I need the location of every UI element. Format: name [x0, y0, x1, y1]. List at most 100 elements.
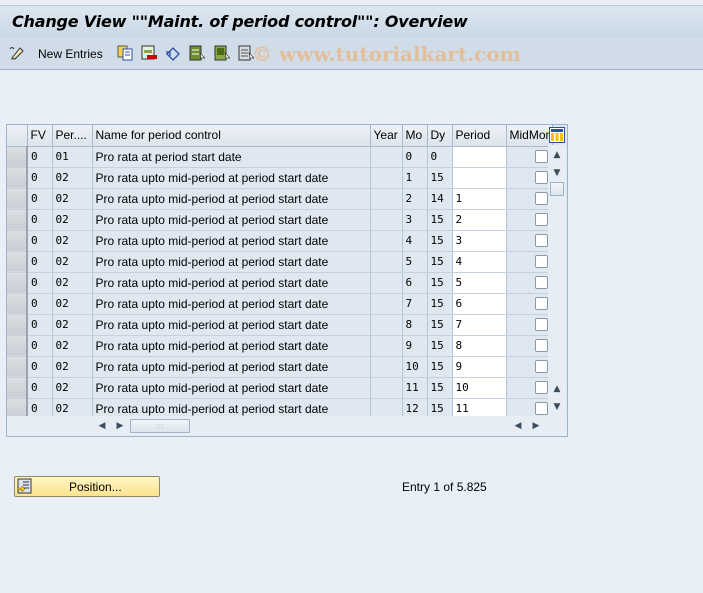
row-selector[interactable] [7, 272, 28, 294]
midmon-checkbox[interactable] [535, 339, 549, 353]
table-settings-icon[interactable] [549, 127, 565, 143]
table-row[interactable]: 0 02 Pro rata upto mid-period at period st… [7, 335, 554, 357]
cell-name: Pro rata upto mid-period at period start… [92, 335, 371, 357]
select-block-icon[interactable] [214, 45, 230, 61]
midmon-checkbox[interactable] [535, 402, 549, 416]
cell-name: Pro rata upto mid-period at period start… [92, 230, 371, 252]
row-selector[interactable] [7, 167, 28, 189]
row-selector[interactable] [7, 230, 28, 252]
cell-midmon [506, 272, 554, 294]
midmon-checkbox[interactable] [535, 255, 549, 269]
undo-change-icon[interactable] [165, 45, 181, 61]
cell-period-input[interactable]: 3 [452, 230, 507, 252]
cell-period-input[interactable]: 6 [452, 293, 507, 315]
midmon-checkbox[interactable] [535, 171, 549, 185]
select-all-icon[interactable] [189, 45, 205, 61]
midmon-checkbox[interactable] [535, 360, 549, 374]
column-header-midmon[interactable]: MidMon [506, 125, 554, 147]
cell-period-input[interactable]: 10 [452, 377, 507, 399]
cell-year [370, 356, 403, 378]
cell-period-input[interactable] [452, 146, 507, 168]
cell-period-input[interactable]: 9 [452, 356, 507, 378]
cell-midmon [506, 209, 554, 231]
cell-name: Pro rata upto mid-period at period start… [92, 251, 371, 273]
cell-period-input[interactable]: 7 [452, 314, 507, 336]
column-header-per[interactable]: Per.... [52, 125, 93, 147]
table-row[interactable]: 0 01 Pro rata at period start date 0 0 [7, 146, 554, 168]
horizontal-scroll-thumb[interactable]: ::: [130, 419, 190, 433]
vertical-scroll-thumb[interactable] [550, 182, 564, 196]
table-row[interactable]: 0 02 Pro rata upto mid-period at period st… [7, 188, 554, 210]
cell-period-input[interactable]: 8 [452, 335, 507, 357]
midmon-checkbox[interactable] [535, 381, 549, 395]
cell-fv: 0 [27, 230, 53, 252]
row-selector[interactable] [7, 314, 28, 336]
scroll-left-icon[interactable]: ◀ [96, 420, 108, 432]
cell-per: 02 [52, 335, 93, 357]
column-header-year[interactable]: Year [370, 125, 403, 147]
cell-dy: 15 [427, 272, 453, 294]
period-control-table: FV Per.... Name for period control Year … [7, 125, 554, 420]
scroll-right-end-icon[interactable]: ▶ [530, 420, 542, 432]
page-up-icon[interactable]: ▲ [551, 383, 563, 395]
new-entries-button[interactable]: New Entries [38, 47, 103, 61]
row-selector[interactable] [7, 188, 28, 210]
cell-period-input[interactable]: 5 [452, 272, 507, 294]
position-button[interactable]: Position... [14, 476, 160, 497]
midmon-checkbox[interactable] [535, 234, 549, 248]
cell-dy: 15 [427, 314, 453, 336]
table-row[interactable]: 0 02 Pro rata upto mid-period at period st… [7, 293, 554, 315]
cell-period-input[interactable]: 1 [452, 188, 507, 210]
scroll-down-icon[interactable]: ▼ [551, 167, 563, 179]
table-row[interactable]: 0 02 Pro rata upto mid-period at period st… [7, 272, 554, 294]
table-row[interactable]: 0 02 Pro rata upto mid-period at period st… [7, 209, 554, 231]
scroll-right-icon[interactable]: ▶ [114, 420, 126, 432]
midmon-checkbox[interactable] [535, 318, 549, 332]
page-down-icon[interactable]: ▼ [551, 401, 563, 413]
cell-period-input[interactable]: 2 [452, 209, 507, 231]
table-row[interactable]: 0 02 Pro rata upto mid-period at period st… [7, 314, 554, 336]
row-selector[interactable] [7, 146, 28, 168]
column-header-dy[interactable]: Dy [427, 125, 453, 147]
copy-icon[interactable] [117, 45, 133, 61]
midmon-checkbox[interactable] [535, 276, 549, 290]
table-row[interactable]: 0 02 Pro rata upto mid-period at period st… [7, 356, 554, 378]
delete-icon[interactable] [141, 45, 157, 61]
cell-year [370, 209, 403, 231]
table-row[interactable]: 0 02 Pro rata upto mid-period at period st… [7, 167, 554, 189]
row-selector[interactable] [7, 293, 28, 315]
cell-mo: 10 [402, 356, 428, 378]
column-header-name[interactable]: Name for period control [92, 125, 371, 147]
scroll-left-end-icon[interactable]: ◀ [512, 420, 524, 432]
cell-midmon [506, 146, 554, 168]
row-selector[interactable] [7, 356, 28, 378]
row-selector[interactable] [7, 377, 28, 399]
cell-period-input[interactable]: 4 [452, 251, 507, 273]
midmon-checkbox[interactable] [535, 297, 549, 311]
cell-fv: 0 [27, 146, 53, 168]
vertical-scrollbar[interactable]: ▲ ▼ ▲ ▼ [548, 145, 566, 416]
midmon-checkbox[interactable] [535, 192, 549, 206]
cell-year [370, 146, 403, 168]
cell-mo: 3 [402, 209, 428, 231]
midmon-checkbox[interactable] [535, 150, 549, 164]
row-selector[interactable] [7, 335, 28, 357]
row-selector[interactable] [7, 251, 28, 273]
midmon-checkbox[interactable] [535, 213, 549, 227]
table-row[interactable]: 0 02 Pro rata upto mid-period at period st… [7, 230, 554, 252]
select-all-column-header[interactable] [7, 125, 28, 147]
cell-year [370, 188, 403, 210]
row-selector[interactable] [7, 209, 28, 231]
change-display-icon[interactable] [9, 45, 25, 61]
column-header-fv[interactable]: FV [27, 125, 53, 147]
cell-per: 02 [52, 209, 93, 231]
horizontal-scrollbar[interactable]: ◀ ▶ ::: ◀ ▶ [7, 416, 567, 436]
column-header-mo[interactable]: Mo [402, 125, 428, 147]
column-header-period[interactable]: Period [452, 125, 507, 147]
cell-period-input[interactable] [452, 167, 507, 189]
table-row[interactable]: 0 02 Pro rata upto mid-period at period st… [7, 377, 554, 399]
cell-year [370, 335, 403, 357]
scroll-up-icon[interactable]: ▲ [551, 149, 563, 161]
cell-year [370, 230, 403, 252]
table-row[interactable]: 0 02 Pro rata upto mid-period at period st… [7, 251, 554, 273]
